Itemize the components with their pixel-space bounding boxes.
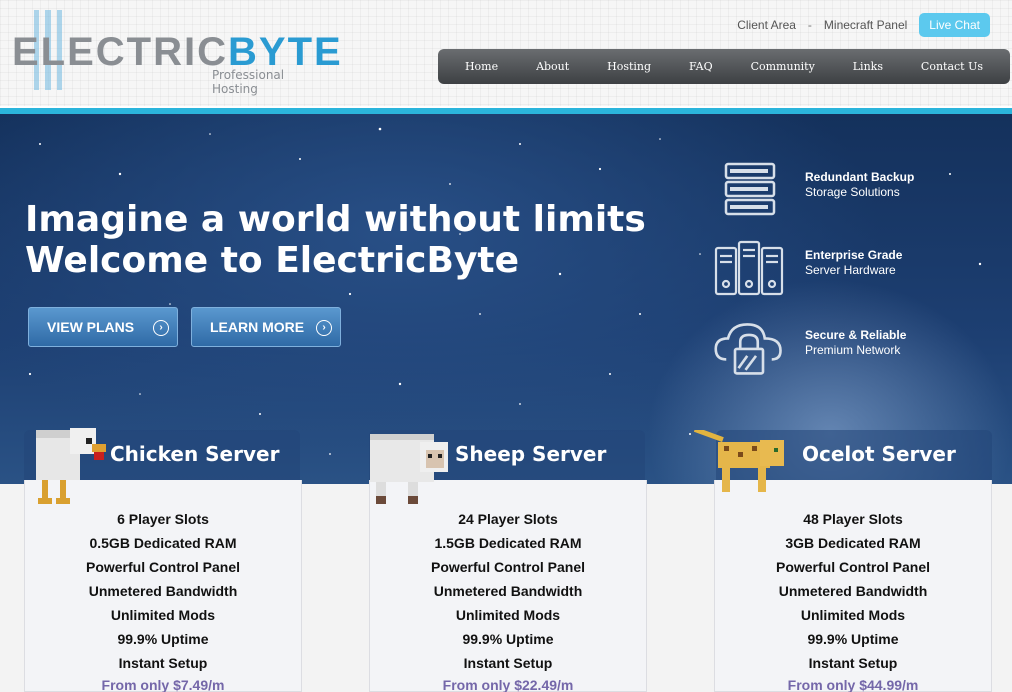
server-rack-icon <box>724 162 776 216</box>
plan-feature: Unmetered Bandwidth <box>778 583 928 599</box>
plan-chicken-features: 6 Player Slots 0.5GB Dedicated RAM Power… <box>25 509 301 677</box>
hero-title-line2: Welcome to ElectricByte <box>25 240 520 281</box>
hero-title-line1: Imagine a world without limits <box>25 199 646 240</box>
learn-more-button[interactable]: LEARN MORE › <box>191 307 341 347</box>
plan-sheep-price[interactable]: From only $22.49/m <box>370 677 646 692</box>
plan-feature: 99.9% Uptime <box>807 631 899 647</box>
plan-feature: 1.5GB Dedicated RAM <box>434 535 582 551</box>
plan-feature: Unlimited Mods <box>110 607 216 623</box>
plan-feature: 48 Player Slots <box>803 511 903 527</box>
nav-about[interactable]: About <box>536 60 569 73</box>
feature-hardware: Enterprise Grade Server Hardware <box>714 238 994 298</box>
plan-feature: Unmetered Bandwidth <box>88 583 238 599</box>
feature-hardware-title: Enterprise Grade <box>805 248 903 262</box>
nav-hosting[interactable]: Hosting <box>607 60 651 73</box>
feature-network-title: Secure & Reliable <box>805 328 907 342</box>
plan-sheep-card[interactable]: 24 Player Slots 1.5GB Dedicated RAM Powe… <box>369 480 647 692</box>
plan-feature: Powerful Control Panel <box>775 559 930 575</box>
plan-sheep-title: Sheep Server <box>455 442 607 466</box>
plan-feature: Instant Setup <box>808 655 898 671</box>
site-header: ELECTRICBYTE Professional Hosting Client… <box>0 0 1012 106</box>
cloud-lock-icon <box>714 323 782 375</box>
header-accent-stripe <box>0 106 1012 114</box>
minecraft-panel-link[interactable]: Minecraft Panel <box>824 18 907 32</box>
plan-sheep-features: 24 Player Slots 1.5GB Dedicated RAM Powe… <box>370 509 646 677</box>
learn-more-label: LEARN MORE <box>210 319 305 335</box>
ocelot-mob-icon <box>694 430 784 492</box>
plan-chicken-card[interactable]: 6 Player Slots 0.5GB Dedicated RAM Power… <box>24 480 302 692</box>
hero-headline: Imagine a world without limits Welcome t… <box>25 199 646 281</box>
plan-chicken-price[interactable]: From only $7.49/m <box>25 677 301 692</box>
logo-tagline: Professional Hosting <box>212 68 285 96</box>
nav-faq[interactable]: FAQ <box>689 60 713 73</box>
feature-hardware-subtitle: Server Hardware <box>805 263 896 277</box>
nav-contact-us[interactable]: Contact Us <box>921 60 983 73</box>
plan-feature: Instant Setup <box>118 655 208 671</box>
view-plans-button[interactable]: VIEW PLANS › <box>28 307 178 347</box>
main-nav: Home About Hosting FAQ Community Links C… <box>438 49 1010 84</box>
plan-feature: Unlimited Mods <box>455 607 561 623</box>
top-links: Client Area - Minecraft Panel Live Chat <box>737 12 990 38</box>
plan-feature: Powerful Control Panel <box>85 559 240 575</box>
site-logo[interactable]: ELECTRICBYTE Professional Hosting <box>8 10 341 96</box>
nav-home[interactable]: Home <box>465 60 498 73</box>
nav-community[interactable]: Community <box>751 60 815 73</box>
plan-feature: 3GB Dedicated RAM <box>785 535 921 551</box>
hero-banner: Imagine a world without limits Welcome t… <box>0 114 1012 484</box>
plan-ocelot-title: Ocelot Server <box>802 442 956 466</box>
tower-servers-icon <box>714 240 784 296</box>
plan-feature: 6 Player Slots <box>117 511 209 527</box>
plan-feature: 0.5GB Dedicated RAM <box>89 535 237 551</box>
chicken-mob-icon <box>36 428 106 504</box>
plan-ocelot-card[interactable]: 48 Player Slots 3GB Dedicated RAM Powerf… <box>714 480 992 692</box>
plan-feature: Instant Setup <box>463 655 553 671</box>
live-chat-button[interactable]: Live Chat <box>919 13 990 37</box>
plan-feature: Powerful Control Panel <box>430 559 585 575</box>
plan-feature: 24 Player Slots <box>458 511 558 527</box>
feature-backup-subtitle: Storage Solutions <box>805 185 900 199</box>
plan-feature: 99.9% Uptime <box>462 631 554 647</box>
toplinks-separator: - <box>807 18 812 32</box>
plan-ocelot-features: 48 Player Slots 3GB Dedicated RAM Powerf… <box>715 509 991 677</box>
plan-chicken-title: Chicken Server <box>110 442 280 466</box>
plan-feature: 99.9% Uptime <box>117 631 209 647</box>
nav-links[interactable]: Links <box>853 60 883 73</box>
chevron-right-icon: › <box>316 320 332 336</box>
feature-backup: Redundant Backup Storage Solutions <box>714 160 994 220</box>
chevron-right-icon: › <box>153 320 169 336</box>
sheep-mob-icon <box>370 434 448 504</box>
feature-network: Secure & Reliable Premium Network <box>714 318 994 378</box>
feature-backup-title: Redundant Backup <box>805 170 915 184</box>
client-area-link[interactable]: Client Area <box>737 18 796 32</box>
plan-feature: Unmetered Bandwidth <box>433 583 583 599</box>
plan-ocelot-price[interactable]: From only $44.99/m <box>715 677 991 692</box>
view-plans-label: VIEW PLANS <box>47 319 135 335</box>
feature-network-subtitle: Premium Network <box>805 343 901 357</box>
plan-feature: Unlimited Mods <box>800 607 906 623</box>
